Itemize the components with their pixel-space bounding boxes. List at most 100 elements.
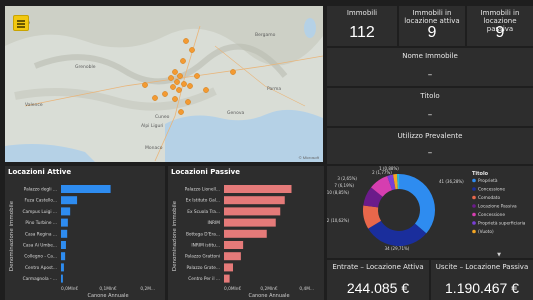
donut-data-label: 41 (36,28%)	[439, 179, 464, 184]
slicer-value[interactable]: –	[327, 148, 533, 158]
bar-chart-passive[interactable]: Denominazione immobile Palazzo Lionell...…	[168, 166, 324, 300]
slicer-value[interactable]: –	[327, 110, 533, 120]
map-canvas[interactable]: Varese Genova Parma Monaco Valence Greno…	[5, 6, 323, 162]
legend-marker	[472, 229, 476, 234]
x-axis-title: Canone Annuale	[87, 293, 128, 299]
donut-data-label: 7 (6,19%)	[334, 183, 354, 188]
kpi-value: 112	[349, 24, 375, 41]
legend-marker	[472, 221, 476, 225]
legend-label: Concessione	[478, 212, 505, 218]
legend-label: Proprietà superficiaria	[478, 220, 526, 227]
chart-locazioni-passive[interactable]: Locazioni Passive Denominazione immobile…	[168, 166, 324, 300]
bar	[61, 263, 64, 272]
bar	[224, 207, 281, 216]
card-title: Entrate – Locazione Attiva	[332, 263, 424, 271]
slicer-title: Utilizzo Prevalente	[397, 132, 463, 140]
legend-label: Comodato	[478, 195, 500, 201]
map-label: Grenoble	[75, 64, 96, 70]
legend-title: Titolo	[472, 171, 489, 177]
category-label: Casa Ai Umbe...	[23, 243, 57, 249]
slicer-title: Titolo	[420, 92, 440, 100]
legend-scroll-down-icon: ▼	[497, 252, 501, 258]
kpi-title: Immobili in locazione attiva	[404, 9, 460, 25]
kpi-value: 9	[427, 24, 437, 41]
category-label: Collegno - Ca...	[24, 254, 57, 260]
bar	[61, 185, 111, 193]
chart-locazioni-attive[interactable]: Locazioni Attive Denominazione immobile P…	[5, 166, 165, 300]
x-tick-label: 0,2M...	[140, 286, 155, 292]
bar	[224, 241, 244, 249]
category-label: Palazzo degli ...	[24, 187, 57, 193]
dashboard: Varese Genova Parma Monaco Valence Greno…	[0, 0, 533, 300]
y-axis-title: Denominazione immobile	[9, 200, 15, 271]
x-axis-title: Canone Annuale	[248, 293, 289, 299]
category-label: Ex Scuola Tra...	[187, 209, 220, 215]
legend-marker	[472, 178, 476, 183]
category-label: Palazzo Grate...	[186, 265, 220, 271]
map-label: Monaco	[145, 145, 163, 151]
map-label: Valence	[25, 102, 43, 108]
kpi-value: 9	[495, 24, 505, 41]
bar	[61, 229, 68, 238]
map-menu-button[interactable]	[13, 15, 29, 31]
card-value: 244.085 €	[346, 280, 410, 296]
category-label: Centro Per il ...	[188, 276, 220, 282]
map-visual[interactable]: Varese Genova Parma Monaco Valence Greno…	[5, 6, 323, 162]
bar	[224, 185, 292, 193]
category-label: Casa Regina ...	[25, 231, 57, 237]
card-entrate-attiva: Entrate – Locazione Attiva 244.085 €	[327, 260, 429, 300]
slicer-title: Nome Immobile	[402, 52, 458, 60]
legend-marker	[472, 187, 476, 191]
x-tick-label: 0,0Mln€	[224, 286, 241, 292]
donut-data-label: 34 (29,71%)	[385, 246, 410, 251]
legend-label: Concessione	[478, 187, 505, 193]
bar	[61, 196, 78, 205]
card-value: 1.190.467 €	[445, 280, 519, 296]
legend-marker	[472, 212, 476, 217]
category-label: Carmagnola - ...	[23, 276, 57, 282]
kpi-card-locazione-passiva: Immobili in locazione passiva 9	[467, 6, 533, 46]
bar	[61, 274, 63, 283]
map-label: Cuneo	[155, 114, 170, 120]
donut-data-label: 10 (8,85%)	[327, 190, 349, 195]
slicer-nome-immobile[interactable]: Nome Immobile –	[327, 48, 533, 86]
slicer-value[interactable]: –	[327, 70, 533, 80]
donut-chart[interactable]: 41 (36,28%) 34 (29,71%) 12 (10,62%) 10 (8,8…	[327, 166, 533, 258]
chart-titolo-donut[interactable]: 41 (36,28%) 34 (29,71%) 12 (10,62%) 10 (8,8…	[327, 166, 533, 258]
legend-label: Proprietà	[478, 177, 498, 184]
category-label: Centro Apost...	[25, 265, 57, 271]
map-label: Parma	[267, 86, 281, 92]
slicer-utilizzo-prevalente[interactable]: Utilizzo Prevalente –	[327, 128, 533, 164]
x-tick-label: 0,4M...	[299, 286, 314, 292]
donut-data-label: 1 (0,88%)	[379, 166, 399, 171]
category-label: Ex Istituto Gal...	[186, 198, 220, 204]
map-label: Alpi Liguri	[141, 123, 163, 129]
category-label: INRIM istitu...	[191, 243, 220, 249]
slicer-titolo[interactable]: Titolo –	[327, 88, 533, 126]
bar	[224, 196, 285, 205]
donut-data-label: 3 (2,65%)	[337, 176, 357, 181]
bar	[224, 229, 267, 238]
donut-data-label: 12 (10,62%)	[327, 218, 349, 223]
map-label: Genova	[227, 110, 245, 116]
card-title: Uscite – Locazione Passiva	[435, 263, 529, 271]
bar	[61, 218, 68, 227]
bar	[61, 252, 66, 261]
legend-marker	[472, 204, 476, 208]
x-tick-label: 0,1Mln€	[99, 286, 116, 292]
y-axis-title: Denominazione immobile	[172, 200, 178, 271]
category-label: Bottega D'Era...	[186, 231, 220, 237]
kpi-card-immobili: Immobili 112	[327, 6, 397, 46]
bar	[224, 263, 233, 272]
legend-label: (Vuoto)	[478, 229, 494, 235]
bar	[224, 218, 276, 227]
legend-label: Locazione Passiva	[478, 204, 517, 210]
x-tick-label: 0,2Mln€	[260, 286, 277, 292]
legend-marker	[472, 195, 476, 200]
category-label: Fuza Castello...	[25, 198, 57, 204]
bar-chart-attive[interactable]: Denominazione immobile Palazzo degli ... F…	[5, 166, 165, 300]
category-label: INRIM	[208, 220, 221, 226]
map-label: Bergamo	[255, 32, 276, 38]
kpi-title: Immobili	[346, 9, 378, 17]
x-tick-label: 0,0Mln€	[61, 286, 78, 292]
